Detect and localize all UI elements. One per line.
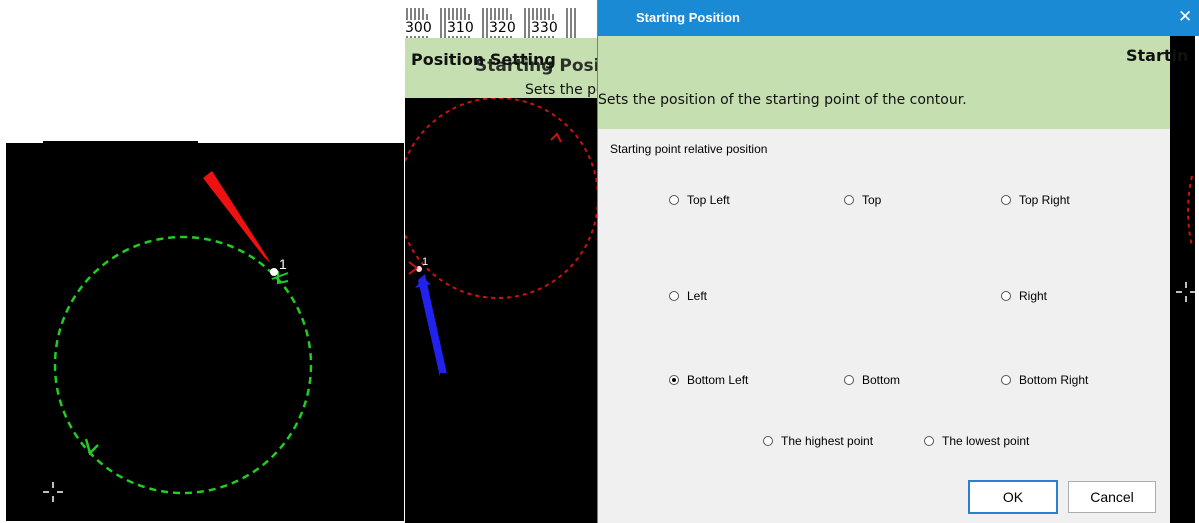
red-contour-path <box>1187 175 1193 247</box>
left-canvas-drawing <box>43 171 313 502</box>
radio-icon <box>1001 375 1011 385</box>
middle-canvas-drawing <box>405 98 598 377</box>
radio-label: Top Left <box>687 193 730 207</box>
direction-arrow-icon <box>550 132 562 143</box>
position-setting-banner: Position Setting Starting Position Setti… <box>405 38 598 98</box>
start-point-dot <box>270 268 278 276</box>
ruler-tick-label: 310 <box>447 20 474 36</box>
red-pointer-arrow-icon <box>203 171 270 263</box>
position-setting-overlay-title: Starting Position Setting <box>475 56 598 76</box>
start-point-label: 1 <box>422 256 429 268</box>
radio-label: Left <box>687 289 708 303</box>
radio-top-right[interactable]: Top Right <box>1001 193 1070 207</box>
radio-icon <box>669 195 679 205</box>
ruler-tick-label: 330 <box>531 20 558 36</box>
crosshair-icon <box>1176 282 1196 302</box>
radio-label: Bottom <box>862 373 901 387</box>
right-banner: Startin <box>1126 36 1188 96</box>
ruler-tick-label: 320 <box>489 20 516 36</box>
radio-left[interactable]: Left <box>669 289 707 303</box>
dialog-title-bar[interactable]: Starting Position ✕ <box>598 0 1199 36</box>
ok-button[interactable]: OK <box>968 480 1058 514</box>
occluding-block <box>440 373 605 447</box>
radio-label: Bottom Right <box>1019 373 1089 387</box>
ruler-tick-label: 300 <box>405 20 432 36</box>
radio-label: The highest point <box>781 434 874 448</box>
radio-icon <box>844 195 854 205</box>
group-label: Starting point relative position <box>610 142 768 156</box>
radio-selected-icon <box>669 375 679 385</box>
right-edge <box>1195 36 1199 523</box>
radio-icon <box>763 436 773 446</box>
radio-icon <box>924 436 934 446</box>
starting-position-dialog: Starting Position ✕ Sets the position of… <box>597 0 1199 523</box>
dialog-title: Starting Position <box>636 10 740 25</box>
radio-lowest-point[interactable]: The lowest point <box>924 434 1029 448</box>
red-contour-path <box>405 98 598 299</box>
dialog-banner: Sets the position of the starting point … <box>598 36 1172 129</box>
radio-label: Right <box>1019 289 1048 303</box>
radio-bottom-right[interactable]: Bottom Right <box>1001 373 1088 387</box>
start-marker-icon <box>408 261 418 275</box>
ruler: 300 310 320 330 <box>405 0 598 38</box>
direction-arrow-icon <box>84 438 99 456</box>
radio-label: Top Right <box>1019 193 1070 207</box>
radio-label: The lowest point <box>942 434 1030 448</box>
radio-icon <box>1001 291 1011 301</box>
radio-icon <box>844 375 854 385</box>
radio-top-left[interactable]: Top Left <box>669 193 730 207</box>
blue-pointer-arrow-icon <box>418 274 447 377</box>
crosshair-icon <box>43 482 63 502</box>
radio-label: Bottom Left <box>687 373 749 387</box>
close-icon[interactable]: ✕ <box>1178 7 1192 27</box>
radio-label: Top <box>862 193 882 207</box>
start-point-label: 1 <box>279 256 287 272</box>
radio-top[interactable]: Top <box>844 193 881 207</box>
radio-icon <box>669 291 679 301</box>
radio-highest-point[interactable]: The highest point <box>763 434 873 448</box>
cancel-button[interactable]: Cancel <box>1068 481 1156 513</box>
position-setting-description: Sets the position of the starting point … <box>525 82 598 98</box>
banner-description: Sets the position of the starting point … <box>598 92 967 108</box>
radio-bottom-left[interactable]: Bottom Left <box>669 373 748 387</box>
radio-bottom[interactable]: Bottom <box>844 373 900 387</box>
radio-icon <box>1001 195 1011 205</box>
left-canvas[interactable]: 1 <box>6 143 404 521</box>
radio-right[interactable]: Right <box>1001 289 1047 303</box>
